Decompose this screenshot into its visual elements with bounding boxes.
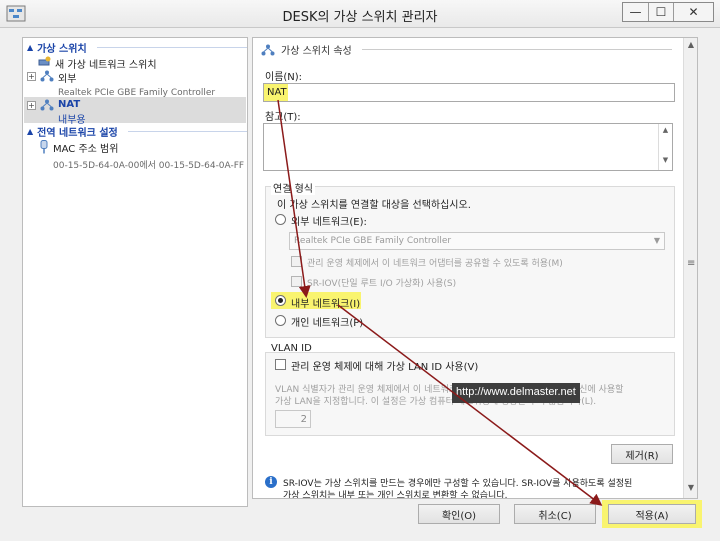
vlan-checkbox[interactable]: [275, 359, 286, 370]
collapse-icon: ▲: [27, 42, 34, 52]
switch-icon: [40, 70, 54, 82]
radio-private-label: 개인 네트워크(P): [291, 318, 364, 329]
section-global-network[interactable]: ▲ 전역 네트워크 설정: [25, 124, 247, 139]
tree-item-label: NAT: [58, 99, 81, 110]
radio-private[interactable]: [275, 315, 286, 326]
expand-icon[interactable]: +: [27, 72, 36, 81]
switch-list-pane: ▲ 가상 스위치 새 가상 네트워크 스위치 + 외부 Realtek PCIe…: [22, 37, 248, 507]
mac-address-icon: [40, 140, 48, 154]
connection-type-desc: 이 가상 스위치를 연결할 대상을 선택하십시오.: [277, 200, 471, 211]
tree-item-nat[interactable]: + NAT 내부용: [27, 99, 86, 126]
tree-item-label: 외부: [58, 74, 77, 85]
tree-item-new-switch[interactable]: 새 가상 네트워크 스위치: [37, 56, 157, 71]
tree-item-external[interactable]: + 외부 Realtek PCIe GBE Family Controller: [27, 70, 215, 98]
scroll-up-icon[interactable]: ▲: [659, 126, 672, 134]
allow-mgmt-os-label: 관리 운영 체제에서 이 네트워크 어댑터를 공유할 수 있도록 허용(M): [307, 259, 563, 269]
properties-header: 가상 스위치 속성: [261, 42, 672, 57]
expand-icon[interactable]: +: [27, 101, 36, 110]
window-title: DESK의 가상 스위치 관리자: [282, 10, 438, 25]
divider: [361, 49, 672, 50]
chevron-down-icon: ▼: [653, 236, 660, 245]
radio-internal[interactable]: [275, 295, 286, 306]
properties-scrollbar[interactable]: ▲ ≡ ▼: [683, 38, 697, 498]
switch-icon: [40, 99, 54, 111]
ok-button[interactable]: 확인(O): [418, 504, 500, 524]
vlan-id-input[interactable]: 2: [275, 410, 311, 428]
radio-external[interactable]: [275, 214, 286, 225]
adapter-select-value: Realtek PCIe GBE Family Controller: [294, 236, 452, 246]
properties-pane: 가상 스위치 속성 이름(N): NAT 참고(T): ▲ ▼ 연결 형식 이 …: [252, 37, 698, 499]
sriov-label: SR-IOV(단일 루트 I/O 가상화) 사용(S): [307, 279, 457, 289]
tree-item-sublabel: 00-15-5D-64-0A-00에서 00-15-5D-64-0A-FF: [53, 161, 245, 171]
notes-label: 참고(T):: [265, 112, 301, 123]
vlan-checkbox-label: 관리 운영 체제에 대해 가상 LAN ID 사용(V): [291, 362, 479, 373]
close-button[interactable]: ✕: [673, 3, 713, 21]
section-label: 전역 네트워크 설정: [37, 127, 118, 139]
new-switch-icon: [38, 56, 51, 66]
remove-button[interactable]: 제거(R): [611, 444, 673, 464]
divider: [127, 130, 247, 132]
minimize-button[interactable]: —: [623, 3, 648, 21]
radio-external-label: 외부 네트워크(E):: [291, 217, 367, 228]
switch-properties-icon: [261, 44, 275, 55]
sriov-checkbox[interactable]: [291, 276, 302, 287]
scroll-down-icon[interactable]: ▼: [659, 156, 672, 164]
name-input[interactable]: NAT: [263, 83, 675, 102]
title-bar: DESK의 가상 스위치 관리자 — ☐ ✕: [0, 0, 720, 28]
radio-internal-label: 내부 네트워크(I): [291, 299, 361, 310]
connection-type-label: 연결 형식: [271, 180, 315, 195]
adapter-select[interactable]: Realtek PCIe GBE Family Controller ▼: [289, 232, 665, 250]
info-text-2: 가상 스위치는 내부 또는 개인 스위치로 변환할 수 없습니다.: [283, 491, 508, 499]
scroll-up-icon[interactable]: ▲: [685, 40, 697, 52]
section-label: 가상 스위치: [37, 43, 87, 55]
tree-item-label: 새 가상 네트워크 스위치: [55, 60, 157, 71]
scroll-down-icon[interactable]: ▼: [685, 483, 697, 495]
window-controls: — ☐ ✕: [622, 2, 714, 22]
section-virtual-switches[interactable]: ▲ 가상 스위치: [25, 40, 247, 55]
allow-mgmt-os-checkbox[interactable]: [291, 256, 302, 267]
notes-textarea[interactable]: [263, 123, 673, 171]
notes-scrollbar[interactable]: ▲ ▼: [658, 124, 672, 170]
maximize-button[interactable]: ☐: [648, 3, 673, 21]
collapse-icon: ▲: [27, 126, 34, 136]
cancel-button[interactable]: 취소(C): [514, 504, 596, 524]
name-label: 이름(N):: [265, 72, 303, 83]
watermark-label: http://www.delmaster.net: [452, 383, 580, 403]
properties-title: 가상 스위치 속성: [281, 46, 352, 57]
tree-item-mac-range[interactable]: MAC 주소 범위 00-15-5D-64-0A-00에서 00-15-5D-6…: [39, 140, 244, 171]
divider: [96, 46, 247, 48]
scroll-grip-icon[interactable]: ≡: [687, 258, 695, 269]
tree-item-label: MAC 주소 범위: [53, 144, 119, 155]
info-icon: i: [265, 476, 277, 488]
apply-button[interactable]: 적용(A): [608, 504, 696, 524]
